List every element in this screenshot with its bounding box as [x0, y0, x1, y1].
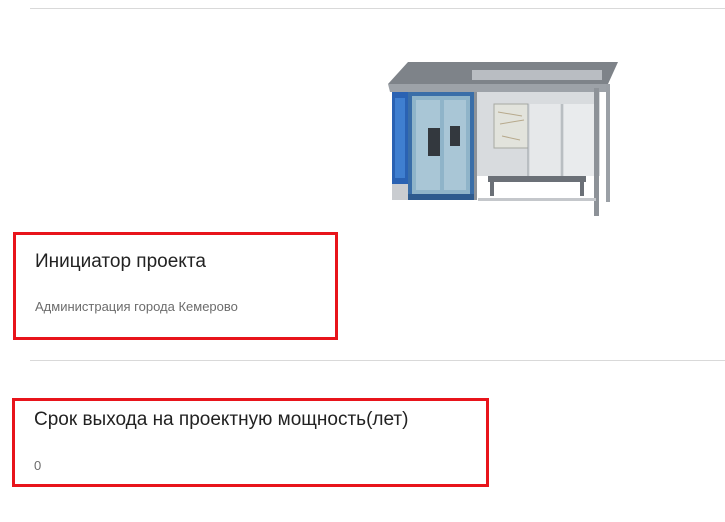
project-initiator-label: Инициатор проекта — [35, 251, 206, 272]
project-details: Инициатор проекта Администрация города К… — [0, 0, 725, 522]
project-image — [382, 58, 620, 224]
bus-stop-pavilion-icon — [388, 62, 618, 216]
divider — [30, 8, 725, 9]
project-initiator-block: Инициатор проекта Администрация города К… — [13, 232, 338, 340]
capacity-term-value: 0 — [34, 458, 42, 473]
capacity-term-label: Срок выхода на проектную мощность(лет) — [34, 409, 409, 430]
project-initiator-value: Администрация города Кемерово — [35, 299, 238, 314]
divider — [30, 360, 725, 361]
capacity-term-block: Срок выхода на проектную мощность(лет) 0 — [12, 398, 489, 487]
